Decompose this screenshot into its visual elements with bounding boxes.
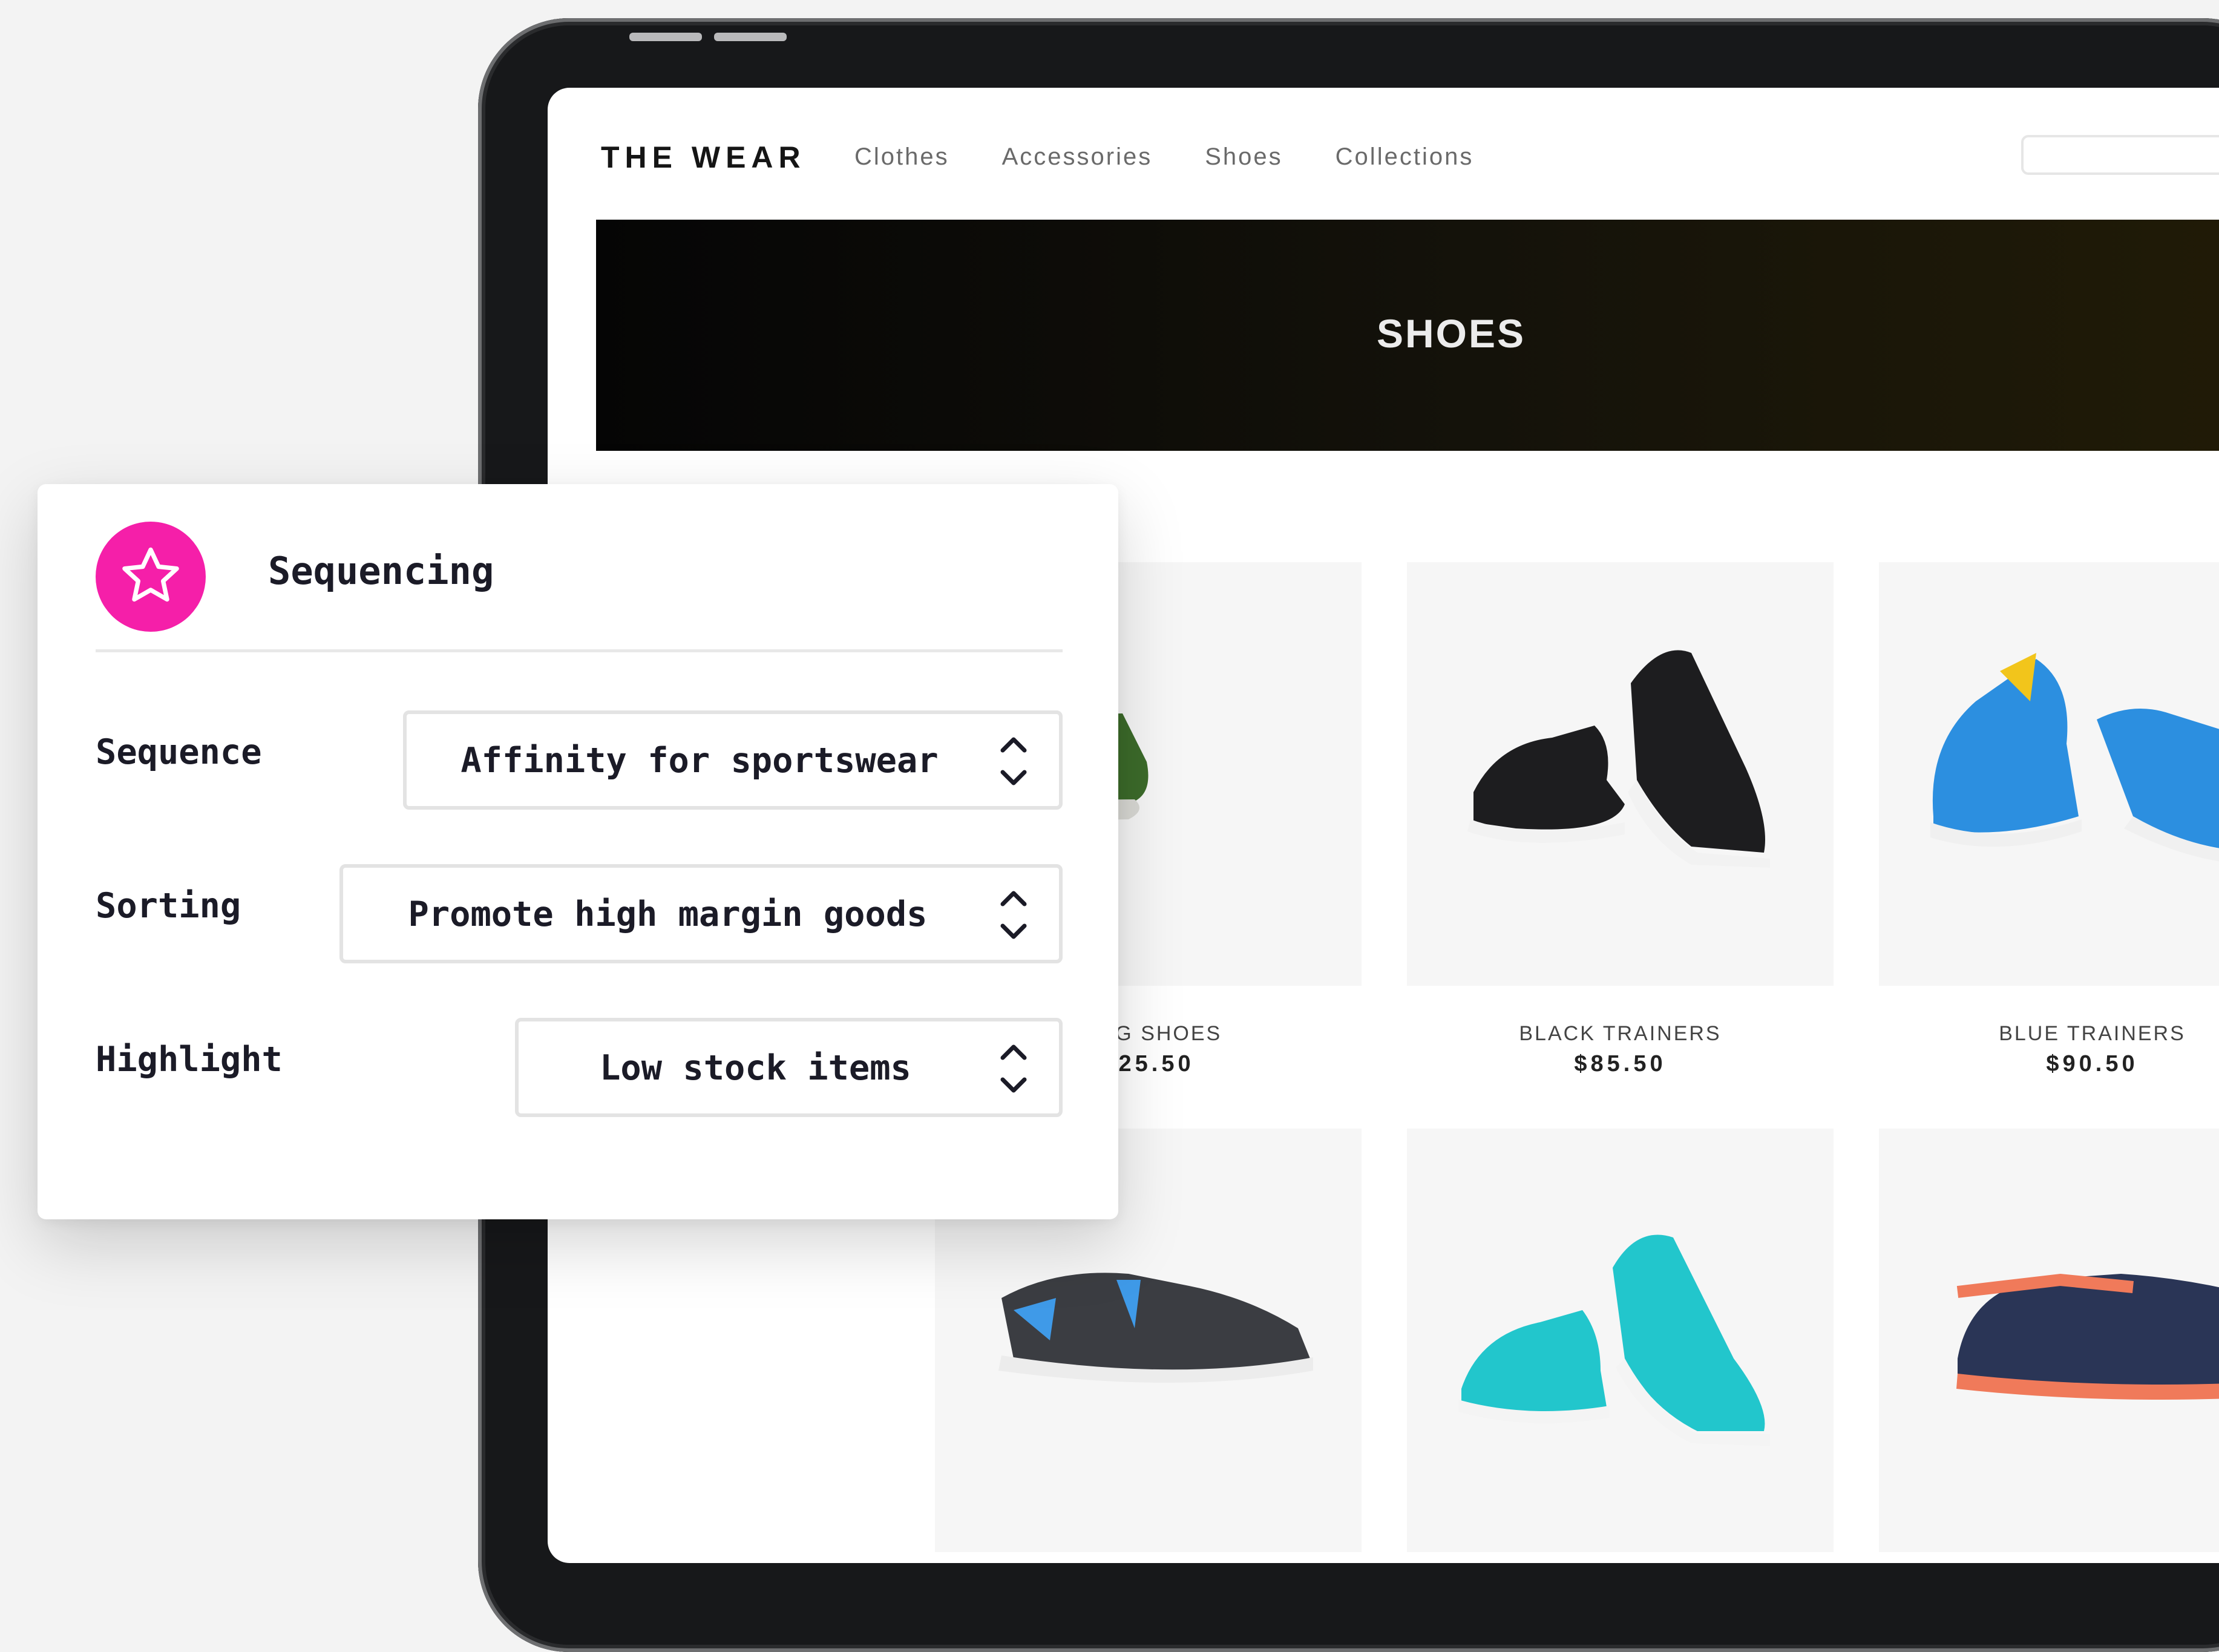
highlight-select[interactable]: Low stock items xyxy=(515,1018,1063,1117)
product-card[interactable] xyxy=(1879,562,2219,986)
sorting-select[interactable]: Promote high margin goods xyxy=(339,864,1063,963)
nav-item-clothes[interactable]: Clothes xyxy=(854,143,949,171)
product-name[interactable]: BLUE TRAINERS xyxy=(1879,1022,2219,1046)
nav-item-shoes[interactable]: Shoes xyxy=(1205,143,1282,171)
star-icon xyxy=(96,522,206,632)
sequence-select-value: Affinity for sportswear xyxy=(461,741,939,781)
up-down-chevron-icon xyxy=(1000,1044,1027,1093)
highlight-select-value: Low stock items xyxy=(600,1048,911,1088)
product-card[interactable] xyxy=(1879,1129,2219,1552)
navy-trainers-image xyxy=(1956,1273,2219,1400)
panel-divider xyxy=(96,649,1063,652)
product-name[interactable]: BLACK TRAINERS xyxy=(1407,1022,1834,1046)
search-input[interactable] xyxy=(2021,135,2219,175)
sequencing-panel: Sequencing Sequence Affinity for sportsw… xyxy=(38,484,1118,1219)
turquoise-trainers-image xyxy=(1458,1234,1770,1446)
nav-item-accessories[interactable]: Accessories xyxy=(1002,143,1153,171)
panel-title: Sequencing xyxy=(268,549,494,593)
sorting-select-value: Promote high margin goods xyxy=(408,894,928,934)
product-price: $90.50 xyxy=(2046,1051,2139,1077)
up-down-chevron-icon xyxy=(1000,737,1027,785)
product-card[interactable] xyxy=(1407,562,1834,986)
black-trainers-image xyxy=(1467,650,1770,868)
tablet-volume-button xyxy=(629,33,702,41)
blue-trainers-image xyxy=(1930,653,2219,862)
up-down-chevron-icon xyxy=(1000,891,1027,939)
highlight-label: Highlight xyxy=(96,1040,283,1080)
main-nav: Clothes Accessories Shoes Collections xyxy=(854,143,1526,171)
store-logo[interactable]: THE WEAR xyxy=(601,140,806,175)
category-title: SHOES xyxy=(1377,311,1526,356)
category-banner: SHOES xyxy=(596,220,2219,451)
product-price: $85.50 xyxy=(1574,1051,1667,1077)
product-card[interactable] xyxy=(1407,1129,1834,1552)
tablet-volume-button xyxy=(714,33,787,41)
sequence-select[interactable]: Affinity for sportswear xyxy=(403,710,1063,810)
sequence-label: Sequence xyxy=(96,732,262,772)
sorting-label: Sorting xyxy=(96,886,241,926)
nav-item-collections[interactable]: Collections xyxy=(1336,143,1474,171)
